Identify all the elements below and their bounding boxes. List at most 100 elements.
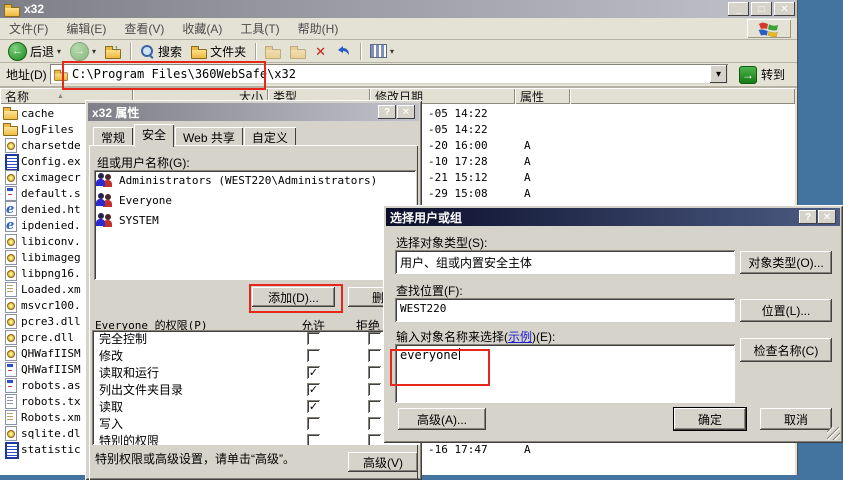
- file-name[interactable]: Config.ex: [21, 155, 81, 168]
- allow-checkbox[interactable]: ✓: [307, 366, 320, 379]
- deny-checkbox[interactable]: [368, 366, 381, 379]
- file-name[interactable]: ipdenied.: [21, 219, 81, 232]
- group-user-list[interactable]: Administrators (WEST220\Administrators)E…: [94, 170, 416, 280]
- permissions-list[interactable]: 完全控制修改读取和运行✓列出文件夹目录✓读取✓写入特别的权限: [92, 330, 420, 445]
- help-button[interactable]: ?: [799, 210, 817, 224]
- toolbar-separator: [360, 43, 361, 60]
- file-name[interactable]: libimageg: [21, 251, 81, 264]
- object-names-value[interactable]: everyone: [400, 348, 458, 362]
- tab-general[interactable]: 常规: [93, 127, 133, 146]
- permission-label: 写入: [99, 415, 123, 432]
- address-path[interactable]: C:\Program Files\360WebSafe\x32: [72, 67, 296, 81]
- group-user-item[interactable]: Everyone: [94, 190, 416, 210]
- move-to-button[interactable]: [262, 44, 284, 59]
- menu-view[interactable]: 查看(V): [115, 18, 173, 39]
- permission-label: 修改: [99, 347, 123, 364]
- locations-button[interactable]: 位置(L)...: [740, 299, 832, 322]
- file-name[interactable]: Robots.xm: [21, 411, 81, 424]
- maximize-button[interactable]: □: [751, 2, 772, 16]
- file-name[interactable]: QHWafIISM: [21, 347, 81, 360]
- back-button[interactable]: ← 后退 ▾: [5, 41, 64, 62]
- allow-checkbox[interactable]: [307, 434, 320, 445]
- group-user-item[interactable]: Administrators (WEST220\Administrators): [94, 170, 416, 190]
- advanced-button[interactable]: 高级(V): [348, 452, 418, 472]
- views-button[interactable]: ▾: [367, 43, 397, 59]
- menu-tools[interactable]: 工具(T): [231, 18, 288, 39]
- close-button[interactable]: ✕: [774, 2, 795, 16]
- views-dropdown-icon[interactable]: ▾: [390, 47, 394, 56]
- minimize-button[interactable]: _: [728, 2, 749, 16]
- menu-file[interactable]: 文件(F): [0, 18, 57, 39]
- file-name[interactable]: Loaded.xm: [21, 283, 81, 296]
- advanced-button[interactable]: 高级(A)...: [398, 408, 486, 430]
- ie-file-icon: [3, 202, 18, 216]
- allow-checkbox[interactable]: [307, 332, 320, 345]
- tab-web-sharing[interactable]: Web 共享: [175, 127, 243, 146]
- forward-dropdown-icon[interactable]: ▾: [92, 47, 96, 56]
- address-input[interactable]: C:\Program Files\360WebSafe\x32 ▾: [50, 64, 728, 84]
- file-name[interactable]: default.s: [21, 187, 81, 200]
- folder-file-icon: [3, 122, 18, 136]
- deny-checkbox[interactable]: [368, 400, 381, 413]
- copy-to-button[interactable]: [287, 44, 309, 59]
- menu-edit[interactable]: 编辑(E): [57, 18, 115, 39]
- allow-checkbox[interactable]: [307, 417, 320, 430]
- permission-row: 读取✓: [92, 398, 420, 415]
- file-name[interactable]: charsetde: [21, 139, 81, 152]
- add-button[interactable]: 添加(D)...: [252, 287, 335, 307]
- file-name[interactable]: robots.as: [21, 379, 81, 392]
- deny-checkbox[interactable]: [368, 349, 381, 362]
- up-button[interactable]: ↑: [102, 44, 124, 59]
- ok-button[interactable]: 确定: [674, 408, 746, 430]
- object-names-input[interactable]: everyone: [395, 344, 735, 403]
- file-name[interactable]: QHWafIISM: [21, 363, 81, 376]
- folders-button[interactable]: 文件夹: [188, 42, 249, 61]
- file-name[interactable]: robots.tx: [21, 395, 81, 408]
- file-name[interactable]: statistic: [21, 443, 81, 456]
- file-name[interactable]: cximagecr: [21, 171, 81, 184]
- menu-favorites[interactable]: 收藏(A): [173, 18, 231, 39]
- deny-checkbox[interactable]: [368, 332, 381, 345]
- permission-row: 修改: [92, 347, 420, 364]
- deny-checkbox[interactable]: [368, 383, 381, 396]
- file-name[interactable]: libiconv.: [21, 235, 81, 248]
- resize-grip-icon[interactable]: [827, 427, 840, 440]
- column-header-attr[interactable]: 属性: [515, 88, 570, 104]
- tab-customize[interactable]: 自定义: [244, 127, 296, 146]
- permission-label: 特别的权限: [99, 432, 159, 445]
- allow-checkbox[interactable]: ✓: [307, 400, 320, 413]
- menu-help[interactable]: 帮助(H): [289, 18, 348, 39]
- close-button[interactable]: ✕: [397, 105, 415, 119]
- column-header-empty: [570, 88, 795, 104]
- file-name[interactable]: msvcr100.: [21, 299, 81, 312]
- address-dropdown-button[interactable]: ▾: [710, 65, 727, 83]
- file-name[interactable]: denied.ht: [21, 203, 81, 216]
- cancel-button[interactable]: 取消: [760, 408, 832, 430]
- allow-checkbox[interactable]: ✓: [307, 383, 320, 396]
- xml-file-icon: [3, 410, 18, 424]
- object-types-button[interactable]: 对象类型(O)...: [740, 251, 832, 274]
- back-label: 后退: [30, 43, 54, 60]
- file-name[interactable]: pcre.dll: [21, 331, 74, 344]
- undo-button[interactable]: [332, 43, 354, 59]
- file-name[interactable]: sqlite.dl: [21, 427, 81, 440]
- file-name[interactable]: pcre3.dll: [21, 315, 81, 328]
- search-button[interactable]: 搜索: [137, 42, 185, 61]
- forward-button[interactable]: → ▾: [67, 41, 99, 62]
- file-name[interactable]: LogFiles: [21, 123, 74, 136]
- file-name[interactable]: cache: [21, 107, 54, 120]
- file-name[interactable]: libpng16.: [21, 267, 81, 280]
- check-names-button[interactable]: 检查名称(C): [740, 338, 832, 362]
- examples-link[interactable]: 示例: [508, 330, 532, 344]
- delete-button[interactable]: ✕: [312, 44, 329, 59]
- permission-label: 列出文件夹目录: [99, 381, 183, 398]
- go-button[interactable]: → 转到: [737, 65, 795, 84]
- group-user-item[interactable]: SYSTEM: [94, 210, 416, 230]
- tab-security[interactable]: 安全: [134, 124, 174, 147]
- allow-checkbox[interactable]: [307, 349, 320, 362]
- deny-checkbox[interactable]: [368, 434, 381, 445]
- close-button[interactable]: ✕: [818, 210, 836, 224]
- help-button[interactable]: ?: [378, 105, 396, 119]
- back-dropdown-icon[interactable]: ▾: [57, 47, 61, 56]
- deny-checkbox[interactable]: [368, 417, 381, 430]
